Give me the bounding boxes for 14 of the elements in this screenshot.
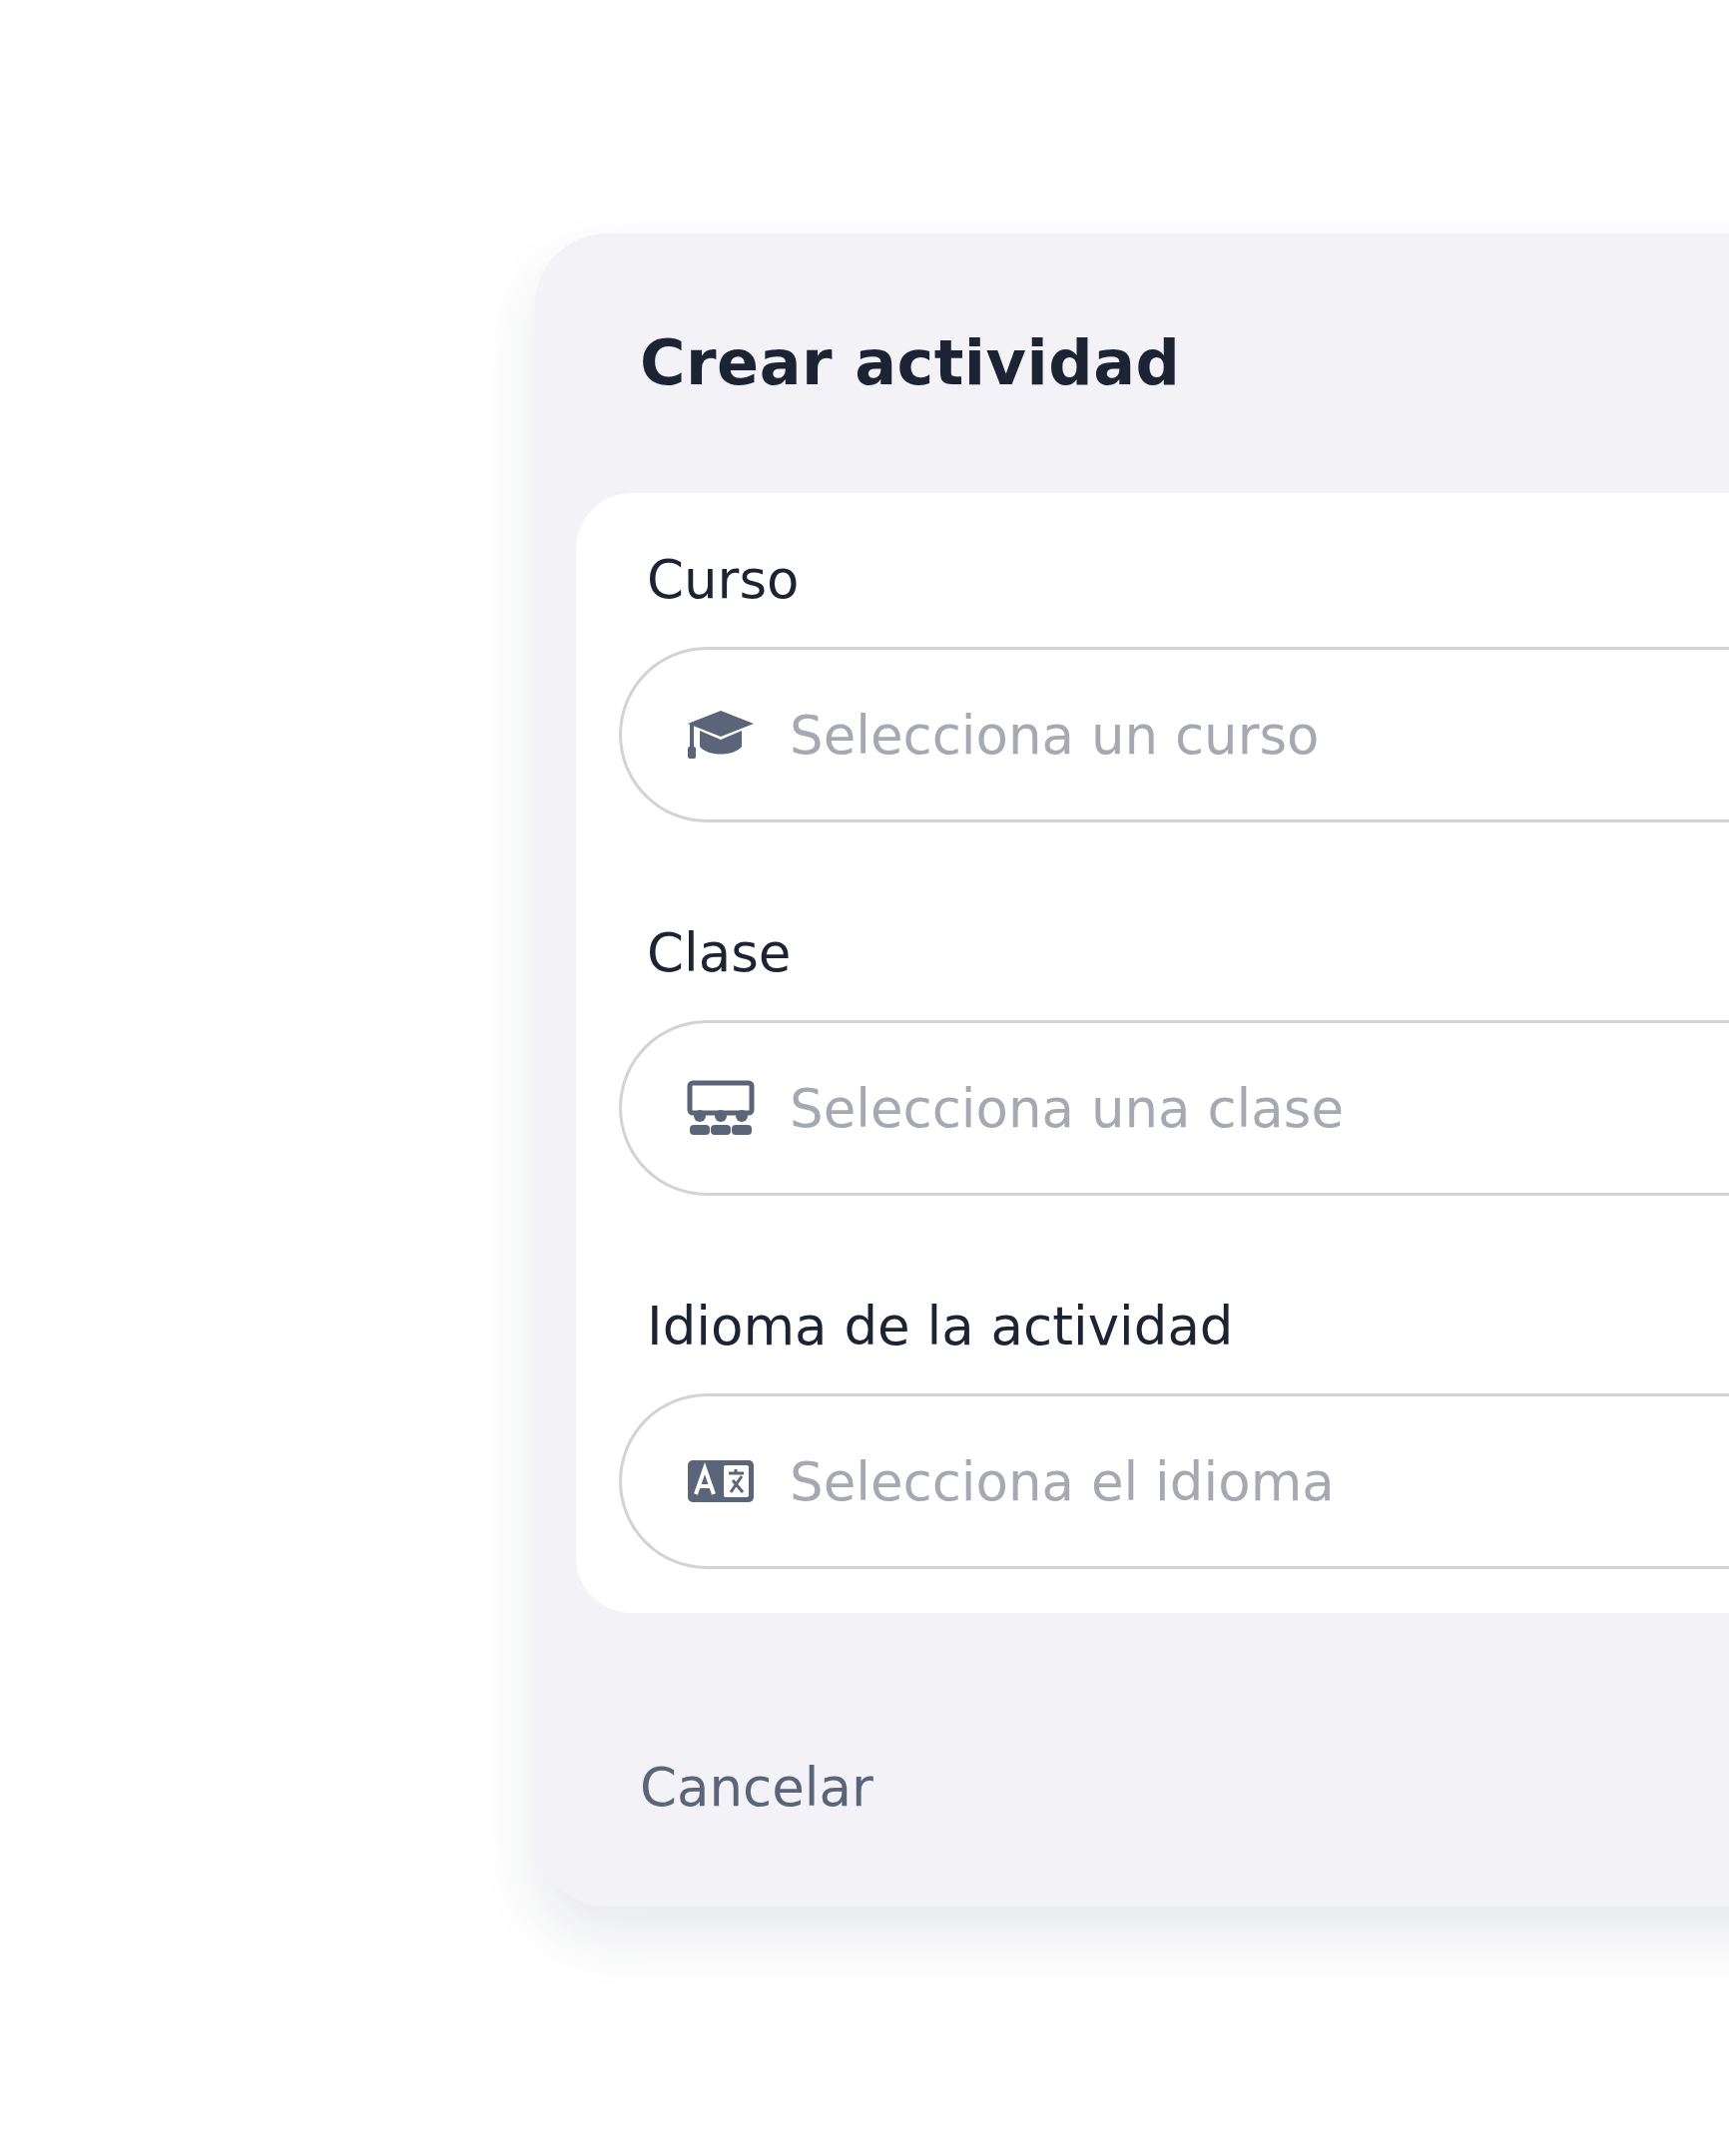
- translate-icon: [686, 1458, 756, 1504]
- graduation-cap-icon: [686, 709, 756, 761]
- cancel-button[interactable]: Cancelar: [640, 1753, 873, 1823]
- classroom-icon: [686, 1080, 756, 1136]
- select-field[interactable]: Selecciona el idioma: [619, 1393, 1729, 1569]
- placeholder-text: Selecciona el idioma: [790, 1450, 1335, 1512]
- select-field[interactable]: Selecciona un curso: [619, 647, 1729, 822]
- placeholder-text: Selecciona un curso: [790, 704, 1320, 766]
- select-field[interactable]: Selecciona una clase: [619, 1020, 1729, 1196]
- placeholder-text: Selecciona una clase: [790, 1077, 1344, 1139]
- field-label: Idioma de la actividad: [647, 1295, 1235, 1358]
- field-label: Curso: [647, 548, 801, 612]
- dialog-title: Crear actividad: [640, 325, 1182, 401]
- field-label: Clase: [647, 921, 793, 985]
